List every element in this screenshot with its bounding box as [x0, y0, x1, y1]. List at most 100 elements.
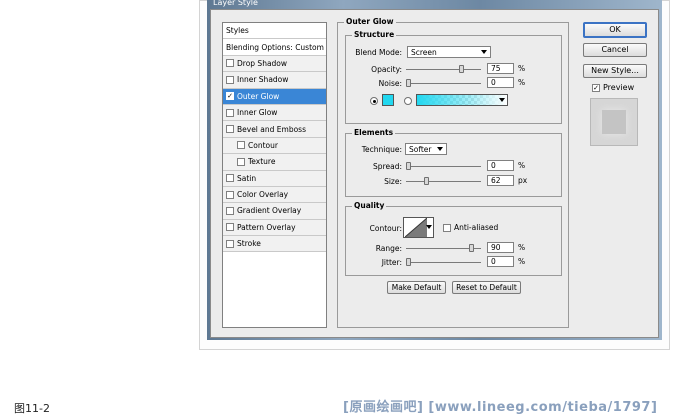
jitter-slider[interactable]: [406, 258, 481, 266]
style-item-checkbox[interactable]: ✓: [226, 92, 234, 101]
style-item-checkbox[interactable]: [226, 223, 234, 232]
window-title: Layer Style: [213, 0, 258, 7]
style-item-label: Drop Shadow: [237, 58, 288, 68]
gradient-radio[interactable]: [404, 97, 412, 105]
range-field[interactable]: 90: [487, 242, 514, 253]
blending-options-item[interactable]: Blending Options: Custom: [223, 39, 326, 56]
style-item-checkbox[interactable]: [226, 75, 234, 84]
glow-gradient-picker[interactable]: [416, 94, 508, 106]
style-item-checkbox[interactable]: [226, 206, 234, 215]
jitter-thumb[interactable]: [406, 258, 411, 266]
range-thumb[interactable]: [469, 244, 474, 252]
technique-select[interactable]: Softer: [405, 143, 447, 155]
style-item-label: Texture: [248, 157, 276, 167]
watermark: [原画绘画吧] [www.lineeg.com/tieba/1797]: [343, 400, 658, 415]
style-item-checkbox[interactable]: [226, 190, 234, 199]
chevron-down-icon: [499, 98, 505, 102]
style-item-contour[interactable]: Contour: [223, 137, 326, 155]
style-item-gradient-overlay[interactable]: Gradient Overlay: [223, 203, 326, 220]
blend-mode-value: Screen: [411, 47, 437, 57]
chevron-down-icon: [481, 50, 487, 54]
style-item-label: Inner Shadow: [237, 75, 289, 85]
style-item-checkbox[interactable]: [226, 239, 234, 248]
style-item-color-overlay[interactable]: Color Overlay: [223, 186, 326, 204]
style-item-checkbox[interactable]: [226, 108, 234, 117]
cancel-button[interactable]: Cancel: [583, 43, 647, 57]
style-item-checkbox[interactable]: [226, 125, 234, 134]
range-unit: %: [518, 243, 526, 252]
style-item-satin[interactable]: Satin: [223, 170, 326, 187]
dialog-body: Styles Blending Options: Custom Drop Sha…: [210, 9, 659, 338]
style-item-stroke[interactable]: Stroke: [223, 236, 326, 253]
opacity-thumb[interactable]: [458, 65, 464, 73]
size-label: Size:: [384, 177, 402, 186]
preview-checkbox[interactable]: ✓: [592, 83, 600, 92]
spread-thumb[interactable]: [406, 162, 411, 170]
preview-label: Preview: [603, 83, 635, 92]
size-slider[interactable]: [406, 177, 481, 185]
size-thumb[interactable]: [423, 177, 429, 185]
ok-button[interactable]: OK: [583, 22, 647, 38]
outer-glow-panel: Outer Glow Structure Blend Mode: Screen …: [337, 17, 569, 328]
noise-thumb[interactable]: [406, 79, 411, 87]
contour-label: Contour:: [369, 224, 402, 233]
noise-slider[interactable]: [406, 79, 481, 87]
quality-title: Quality: [352, 201, 387, 210]
style-item-drop-shadow[interactable]: Drop Shadow: [223, 55, 326, 73]
style-item-label: Contour: [248, 140, 278, 150]
make-default-button[interactable]: Make Default: [387, 281, 446, 294]
contour-curve-icon: [405, 218, 427, 237]
style-item-checkbox[interactable]: [237, 141, 245, 150]
style-item-label: Outer Glow: [237, 91, 280, 101]
anti-aliased-checkbox[interactable]: [443, 223, 451, 232]
noise-field[interactable]: 0: [487, 77, 514, 88]
style-item-bevel-and-emboss[interactable]: Bevel and Emboss: [223, 121, 326, 138]
opacity-unit: %: [518, 64, 526, 73]
preview-thumbnail: [590, 98, 638, 146]
style-item-label: Stroke: [237, 239, 261, 249]
quality-panel: Quality Contour: Anti-aliased Range: 90 …: [345, 201, 562, 276]
spread-field[interactable]: 0: [487, 160, 514, 171]
spread-slider[interactable]: [406, 162, 481, 170]
noise-label: Noise:: [378, 79, 402, 88]
style-item-checkbox[interactable]: [237, 157, 245, 166]
blend-mode-select[interactable]: Screen: [407, 46, 491, 58]
opacity-field[interactable]: 75: [487, 63, 514, 74]
elements-title: Elements: [352, 128, 396, 137]
jitter-field[interactable]: 0: [487, 256, 514, 267]
style-item-texture[interactable]: Texture: [223, 154, 326, 171]
layer-style-window: Layer Style Styles Blending Options: Cus…: [207, 0, 662, 340]
anti-aliased-label: Anti-aliased: [454, 223, 499, 232]
style-item-label: Inner Glow: [237, 108, 278, 118]
style-item-label: Gradient Overlay: [237, 206, 302, 216]
outer-glow-title: Outer Glow: [344, 17, 396, 26]
style-item-inner-shadow[interactable]: Inner Shadow: [223, 72, 326, 89]
style-item-checkbox[interactable]: [226, 59, 234, 68]
style-item-inner-glow[interactable]: Inner Glow: [223, 104, 326, 122]
elements-panel: Elements Technique: Softer Spread: 0 % S…: [345, 128, 562, 197]
glow-color-swatch[interactable]: [382, 94, 394, 106]
spread-unit: %: [518, 161, 526, 170]
solid-color-radio[interactable]: [370, 97, 378, 105]
size-field[interactable]: 62: [487, 175, 514, 186]
style-item-label: Satin: [237, 173, 257, 183]
range-label: Range:: [375, 244, 402, 253]
jitter-unit: %: [518, 257, 526, 266]
styles-header[interactable]: Styles: [223, 23, 326, 40]
reset-to-default-button[interactable]: Reset to Default: [452, 281, 521, 294]
style-item-label: Pattern Overlay: [237, 222, 296, 232]
style-item-pattern-overlay[interactable]: Pattern Overlay: [223, 219, 326, 237]
styles-list: Styles Blending Options: Custom Drop Sha…: [222, 22, 327, 328]
chevron-down-icon: [426, 225, 432, 229]
opacity-slider[interactable]: [406, 65, 481, 73]
style-item-outer-glow[interactable]: ✓ Outer Glow: [223, 88, 326, 105]
technique-label: Technique:: [361, 144, 402, 154]
style-item-checkbox[interactable]: [226, 174, 234, 183]
range-slider[interactable]: [406, 244, 481, 252]
style-item-label: Bevel and Emboss: [237, 124, 306, 134]
structure-panel: Structure Blend Mode: Screen Opacity: 75…: [345, 30, 562, 124]
technique-value: Softer: [409, 144, 432, 154]
new-style-button[interactable]: New Style...: [583, 64, 647, 78]
contour-picker[interactable]: [403, 217, 434, 238]
spread-label: Spread:: [373, 162, 402, 171]
